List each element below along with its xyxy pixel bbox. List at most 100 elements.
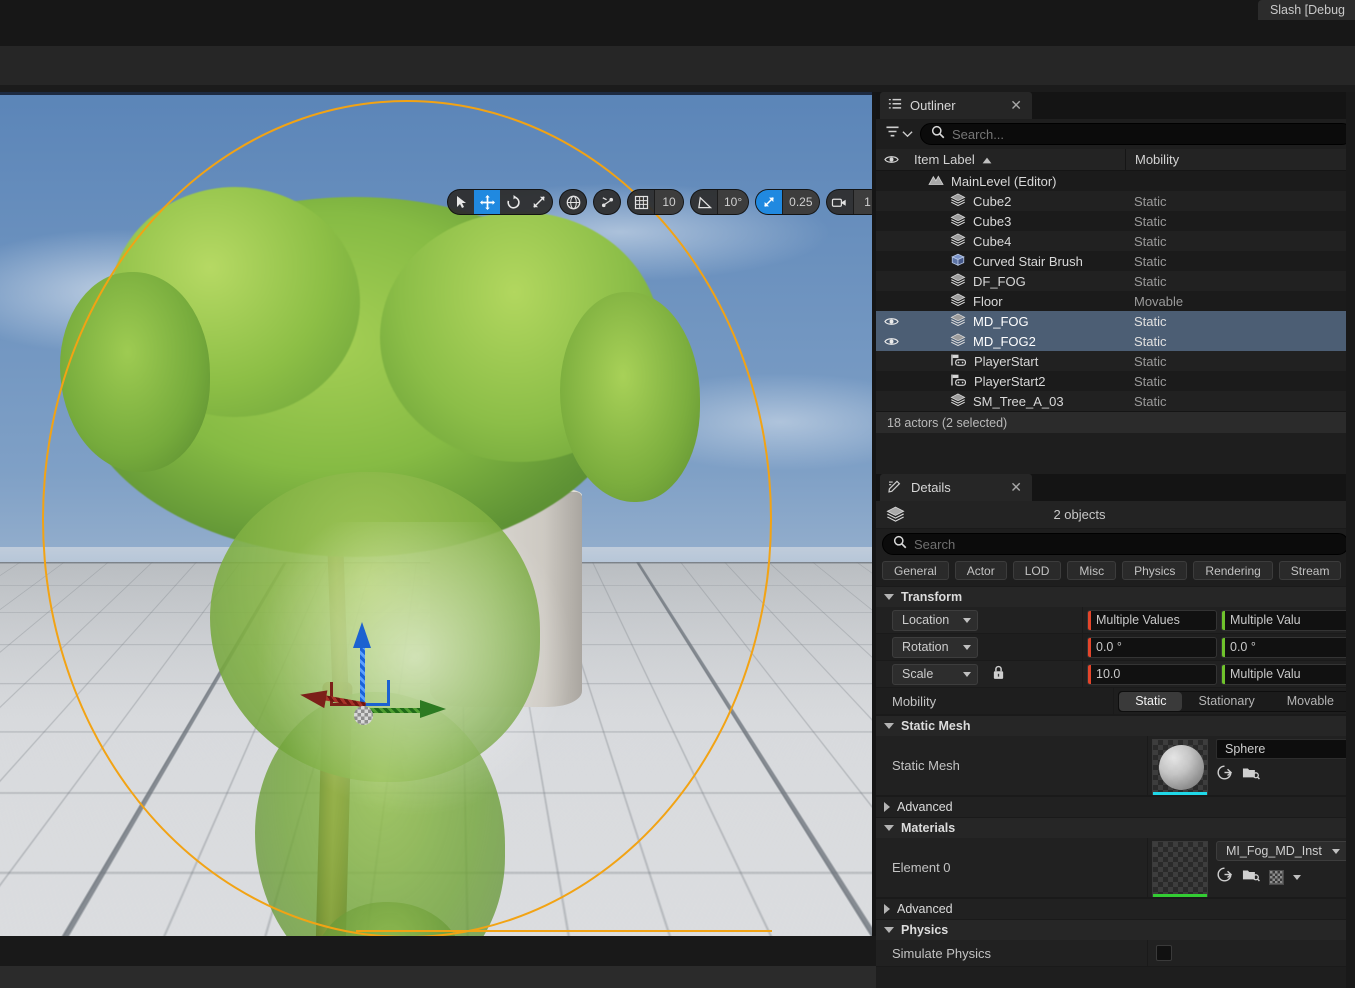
eye-icon[interactable]	[876, 336, 906, 347]
select-tool-button[interactable]	[448, 190, 474, 214]
static-mesh-asset-field[interactable]: Sphere	[1216, 739, 1351, 759]
table-row[interactable]: Cube3 Static	[876, 211, 1355, 231]
filter-chip-physics[interactable]: Physics	[1122, 561, 1188, 580]
static-mesh-icon	[876, 506, 914, 523]
element-0-label: Element 0	[892, 860, 951, 875]
scale-tool-button[interactable]	[526, 190, 552, 214]
mobility-option-static[interactable]: Static	[1119, 691, 1183, 711]
outliner-search-box[interactable]	[920, 123, 1353, 145]
outliner-tabstrip: Outliner ✕	[876, 92, 1355, 119]
scale-x-input[interactable]: 10.0	[1087, 663, 1217, 685]
details-panel: 2 objects General Actor LOD Misc Physics Rend…	[876, 501, 1355, 967]
rotation-mode-combo[interactable]: Rotation	[892, 636, 978, 658]
mobility-option-movable[interactable]: Movable	[1271, 692, 1350, 711]
row-label: Floor	[906, 293, 1125, 310]
gizmo-axis-y-arrow[interactable]	[420, 700, 446, 718]
column-mobility[interactable]: Mobility	[1125, 148, 1355, 171]
table-row[interactable]: DF_FOG Static	[876, 271, 1355, 291]
tab-details[interactable]: Details ✕	[880, 474, 1032, 501]
table-row[interactable]: Curved Stair Brush Static	[876, 251, 1355, 271]
table-row[interactable]: MD_FOG Static	[876, 311, 1355, 331]
rotation-y-input[interactable]: 0.0 °	[1221, 636, 1351, 658]
scale-y-input[interactable]: Multiple Valu	[1221, 663, 1351, 685]
details-scrollbar[interactable]	[1346, 92, 1355, 988]
move-tool-button[interactable]	[474, 190, 500, 214]
lock-icon[interactable]	[992, 665, 1005, 683]
filter-chip-actor[interactable]: Actor	[954, 561, 1007, 580]
column-item-label[interactable]: Item Label	[906, 152, 1125, 167]
gizmo-axis-z-arrow[interactable]	[353, 622, 371, 648]
filter-chip-lod[interactable]: LOD	[1012, 561, 1062, 580]
static-mesh-thumbnail[interactable]	[1152, 739, 1208, 795]
angle-snap-value[interactable]: 10°	[717, 190, 749, 214]
material-swatch-icon[interactable]	[1269, 869, 1284, 885]
column-item-label-text: Item Label	[914, 152, 975, 167]
grid-snap-value[interactable]: 10	[654, 190, 683, 214]
simulate-physics-checkbox[interactable]	[1156, 945, 1172, 961]
scale-snap-icon[interactable]	[756, 190, 783, 214]
location-y-input[interactable]: Multiple Valu	[1221, 609, 1351, 631]
gizmo-center-hub[interactable]	[354, 706, 373, 725]
section-advanced-mesh[interactable]: Advanced	[876, 796, 1355, 817]
close-icon[interactable]: ✕	[994, 97, 1022, 114]
window-tab[interactable]: Slash [Debug	[1257, 0, 1355, 20]
reset-to-default-icon[interactable]	[1216, 866, 1233, 888]
table-row[interactable]: Cube2 Static	[876, 191, 1355, 211]
row-label-text: Floor	[973, 293, 1003, 309]
close-icon[interactable]: ✕	[994, 479, 1022, 496]
tree-actor[interactable]	[0, 92, 872, 936]
details-search-box[interactable]	[882, 533, 1349, 555]
gizmo-plane-yz[interactable]	[364, 680, 390, 706]
rotate-tool-button[interactable]	[500, 190, 526, 214]
table-row[interactable]: PlayerStart2 Static	[876, 371, 1355, 391]
location-mode-combo[interactable]: Location	[892, 609, 978, 631]
element-0-value-cell: MI_Fog_MD_Inst	[1148, 838, 1355, 897]
reset-to-default-icon[interactable]	[1216, 764, 1233, 786]
angle-icon[interactable]	[691, 190, 717, 214]
browse-to-asset-icon[interactable]	[1242, 867, 1260, 888]
filter-chip-stream[interactable]: Stream	[1278, 561, 1342, 580]
surface-snap-icon[interactable]	[594, 190, 620, 214]
material-asset-combo[interactable]: MI_Fog_MD_Inst	[1216, 841, 1351, 861]
section-physics[interactable]: Physics	[876, 919, 1355, 940]
table-row[interactable]: MD_FOG2 Static	[876, 331, 1355, 351]
material-thumbnail[interactable]	[1152, 841, 1208, 897]
globe-icon[interactable]	[560, 190, 586, 214]
details-search-input[interactable]	[914, 536, 1338, 552]
gizmo-axis-x-arrow[interactable]	[298, 685, 328, 709]
row-mobility: Static	[1134, 333, 1167, 349]
table-row[interactable]: PlayerStart Static	[876, 351, 1355, 371]
table-row[interactable]: Floor Movable	[876, 291, 1355, 311]
eye-icon[interactable]	[876, 316, 906, 327]
tab-outliner[interactable]: Outliner ✕	[880, 92, 1032, 119]
details-object-count: 2 objects	[1053, 507, 1106, 522]
table-row[interactable]: Cube4 Static	[876, 231, 1355, 251]
grid-icon[interactable]	[628, 190, 654, 214]
eye-icon[interactable]	[876, 154, 906, 165]
rotation-x-input[interactable]: 0.0 °	[1087, 636, 1217, 658]
level-viewport[interactable]: 10 10° 0.25 1	[0, 92, 872, 936]
filter-chip-misc[interactable]: Misc	[1067, 561, 1117, 580]
section-advanced-materials[interactable]: Advanced	[876, 898, 1355, 919]
section-static-mesh[interactable]: Static Mesh	[876, 715, 1355, 736]
chevron-down-icon[interactable]	[1293, 874, 1301, 880]
mobility-option-stationary[interactable]: Stationary	[1182, 692, 1270, 711]
scale-snap-value[interactable]: 0.25	[782, 190, 819, 214]
table-row[interactable]: SM_Tree_A_03 Static	[876, 391, 1355, 411]
transform-gizmo[interactable]	[298, 622, 450, 742]
table-row[interactable]: MainLevel (Editor)	[876, 171, 1355, 191]
camera-speed-value[interactable]: 1	[852, 190, 872, 214]
browse-to-asset-icon[interactable]	[1242, 765, 1260, 786]
search-input[interactable]	[952, 126, 1342, 142]
static-mesh-icon	[950, 233, 966, 250]
location-x-input[interactable]: Multiple Values	[1087, 609, 1217, 631]
section-transform[interactable]: Transform	[876, 586, 1355, 607]
camera-icon[interactable]	[827, 190, 853, 214]
section-advanced-mesh-title: Advanced	[897, 800, 953, 814]
filter-chip-rendering[interactable]: Rendering	[1193, 561, 1273, 580]
outliner-filter-button[interactable]	[882, 125, 916, 143]
static-mesh-asset-block: Sphere	[1216, 739, 1351, 786]
section-materials[interactable]: Materials	[876, 817, 1355, 838]
filter-chip-general[interactable]: General	[882, 561, 949, 580]
scale-mode-combo[interactable]: Scale	[892, 663, 978, 685]
